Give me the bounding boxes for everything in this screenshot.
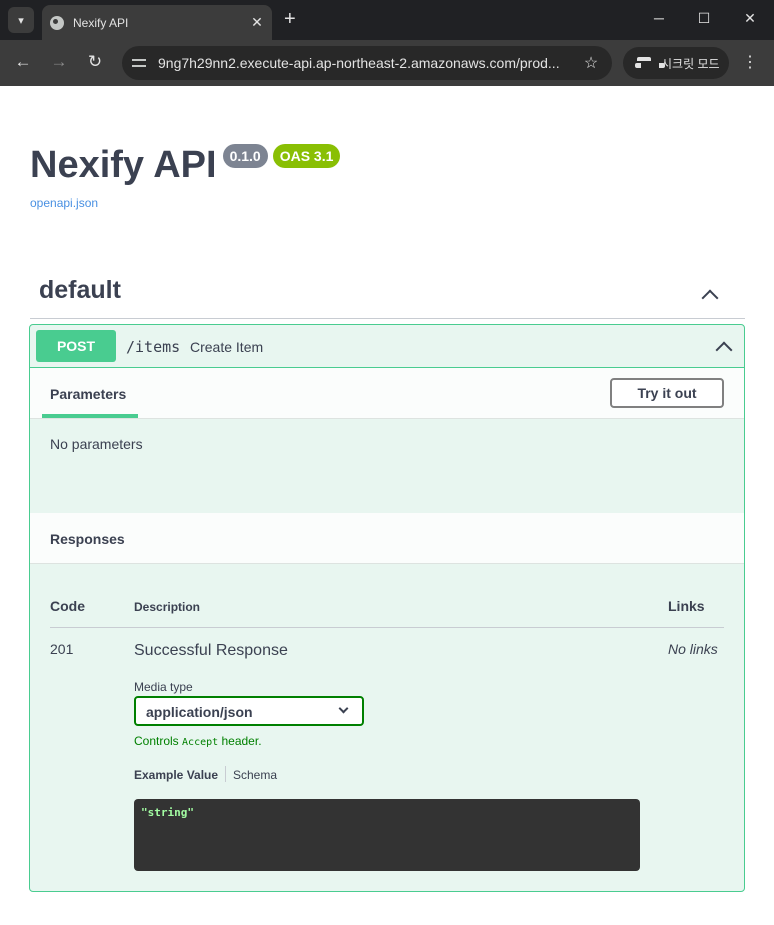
browser-tab[interactable]: Nexify API ✕ (42, 5, 272, 40)
operation-path: /items (126, 338, 181, 356)
media-type-value: application/json (146, 704, 253, 720)
chevron-up-icon[interactable] (715, 341, 733, 359)
minimize-button[interactable]: ─ (644, 10, 674, 26)
column-header-links: Links (668, 598, 705, 614)
api-title: Nexify API (30, 144, 217, 186)
back-button[interactable]: ← (12, 52, 34, 72)
site-info-icon[interactable] (132, 57, 148, 69)
tab-parameters[interactable]: Parameters (50, 386, 126, 402)
window-close-button[interactable]: ✕ (735, 10, 765, 27)
openapi-json-link[interactable]: openapi.json (30, 196, 98, 210)
column-header-description: Description (134, 600, 201, 614)
tab-close-icon[interactable]: ✕ (246, 14, 268, 31)
parameters-header: Parameters Try it out (30, 368, 744, 419)
response-links: No links (668, 641, 718, 657)
version-badge: 0.1.0 (222, 144, 268, 168)
response-code: 201 (50, 641, 74, 657)
operation-summary-text: Create Item (190, 339, 264, 355)
oas-badge: OAS 3.1 (272, 144, 341, 168)
operation-block: POST /items Create Item Parameters Try i… (29, 324, 745, 892)
browser-toolbar: ← → ↻ 9ng7h29nn2.execute-api.ap-northeas… (0, 40, 774, 86)
responses-header: Responses (30, 513, 744, 564)
globe-icon (50, 15, 64, 30)
incognito-label: 시크릿 모드 (661, 56, 720, 71)
chevron-down-icon: ▾ (18, 14, 24, 27)
url-text[interactable]: 9ng7h29nn2.execute-api.ap-northeast-2.am… (158, 55, 576, 71)
address-bar[interactable]: 9ng7h29nn2.execute-api.ap-northeast-2.am… (122, 46, 612, 80)
chevron-up-icon[interactable] (701, 289, 719, 307)
controls-accept-note: Controls Accept header. (134, 734, 262, 748)
responses-title: Responses (50, 531, 125, 547)
tab-search-button[interactable]: ▾ (8, 7, 34, 33)
incognito-indicator[interactable]: 시크릿 모드 (623, 47, 729, 79)
example-value-text: "string" (141, 806, 194, 819)
try-it-out-button[interactable]: Try it out (610, 378, 724, 408)
forward-button[interactable]: → (48, 52, 70, 72)
page-content: Nexify API 0.1.0 OAS 3.1 openapi.json de… (0, 86, 774, 925)
maximize-button[interactable]: ☐ (689, 10, 719, 27)
tab-example-value[interactable]: Example Value (134, 768, 218, 782)
browser-menu-icon[interactable]: ⋮ (742, 52, 758, 72)
section-title: default (39, 276, 121, 304)
column-header-code: Code (50, 598, 85, 614)
tab-schema[interactable]: Schema (233, 768, 277, 782)
response-description: Successful Response (134, 642, 288, 659)
media-type-label: Media type (134, 680, 193, 694)
no-parameters-text: No parameters (50, 436, 143, 452)
incognito-icon (635, 57, 665, 69)
example-code-block: "string" (134, 799, 640, 871)
chevron-down-icon (338, 703, 349, 714)
bookmark-star-icon[interactable]: ☆ (576, 53, 606, 73)
reload-button[interactable]: ↻ (84, 52, 106, 72)
tab-title: Nexify API (73, 15, 129, 30)
tab-active-indicator (42, 414, 138, 418)
tag-section-header[interactable]: default (30, 270, 745, 319)
method-badge: POST (36, 330, 116, 362)
tab-separator (225, 766, 226, 782)
media-type-select[interactable]: application/json (134, 696, 364, 726)
tab-strip: ▾ Nexify API ✕ + ─ ☐ ✕ (0, 0, 774, 40)
api-header: Nexify API 0.1.0 OAS 3.1 (30, 142, 341, 188)
operation-summary[interactable]: POST /items Create Item (30, 325, 744, 368)
new-tab-button[interactable]: + (284, 8, 296, 30)
accept-header-code: Accept (182, 737, 219, 748)
table-divider (50, 627, 724, 628)
